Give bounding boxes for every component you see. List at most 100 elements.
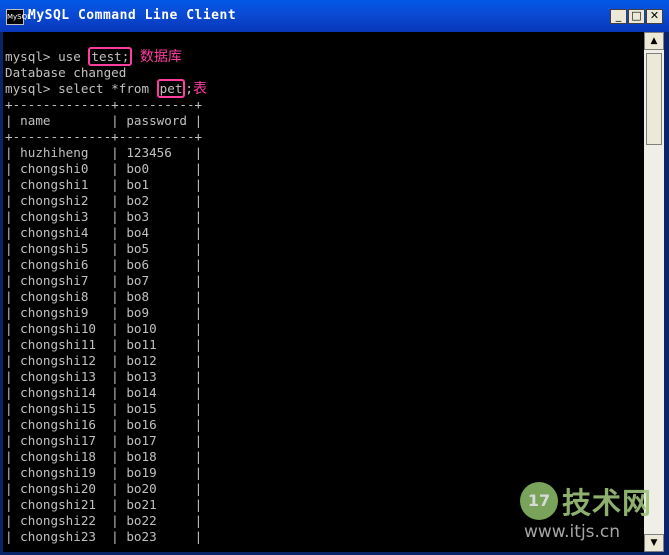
window-right-border: [664, 32, 669, 555]
table-row: | chongshi23 | bo23 |: [5, 529, 202, 545]
command-prompt: mysql> use: [5, 49, 89, 64]
cell-password: bo12: [118, 353, 195, 368]
table-row: | chongshi10 | bo10 |: [5, 321, 202, 337]
watermark: 17 技术网 www.itjs.cn: [520, 478, 665, 552]
table-header-row: | name | password |: [5, 113, 202, 129]
cell-password: bo9: [118, 305, 195, 320]
cell-password: bo17: [118, 433, 195, 448]
console-output[interactable]: mysql> use test; 数据库 Database changed my…: [3, 32, 644, 552]
column-separator: |: [5, 225, 13, 240]
cell-name: chongshi9: [12, 305, 112, 320]
column-separator: |: [111, 145, 119, 160]
maximize-button[interactable]: □: [628, 9, 645, 24]
column-separator: |: [5, 321, 13, 336]
scrollbar-thumb[interactable]: [646, 53, 662, 145]
column-separator: |: [111, 497, 119, 512]
column-separator: |: [194, 225, 203, 240]
cell-name: chongshi3: [12, 209, 112, 224]
cell-name: chongshi19: [12, 465, 112, 480]
cell-name: chongshi11: [12, 337, 112, 352]
cell-password: bo0: [118, 161, 195, 176]
console-line-status: Database changed: [5, 65, 127, 80]
column-separator: |: [5, 529, 13, 544]
column-separator: |: [111, 193, 119, 208]
column-separator: |: [111, 385, 119, 400]
column-separator: |: [111, 401, 119, 416]
column-separator: |: [111, 465, 119, 480]
column-separator: |: [5, 481, 13, 496]
column-separator: |: [111, 417, 119, 432]
cell-name: chongshi5: [12, 241, 112, 256]
column-separator: |: [111, 273, 119, 288]
column-separator: |: [5, 209, 13, 224]
table-row: | chongshi7 | bo7 |: [5, 273, 202, 289]
table-row: | chongshi14 | bo14 |: [5, 385, 202, 401]
table-row: | chongshi19 | bo19 |: [5, 465, 202, 481]
column-separator: |: [5, 497, 13, 512]
cell-password: bo8: [118, 289, 195, 304]
cell-password: bo18: [118, 449, 195, 464]
table-row: | chongshi9 | bo9 |: [5, 305, 202, 321]
console-line-select: mysql> select *from pet ;表: [5, 79, 207, 98]
column-separator: |: [111, 369, 119, 384]
cell-password: bo14: [118, 385, 195, 400]
scroll-up-button[interactable]: ▲: [644, 32, 664, 50]
column-separator: |: [5, 257, 13, 272]
mysql-app-icon[interactable]: MySQL: [6, 9, 31, 25]
cell-password: bo23: [118, 529, 195, 544]
title-bar[interactable]: MySQL MySQL Command Line Client _ □ ✕: [0, 0, 669, 32]
cell-password: bo4: [118, 225, 195, 240]
cell-name: chongshi6: [12, 257, 112, 272]
cell-name: chongshi0: [12, 161, 112, 176]
table-row: | chongshi12 | bo12 |: [5, 353, 202, 369]
table-row: | chongshi11 | bo11 |: [5, 337, 202, 353]
minimize-button[interactable]: _: [610, 9, 627, 24]
column-separator: |: [5, 273, 13, 288]
cell-name: chongshi10: [12, 321, 112, 336]
column-separator: |: [111, 225, 119, 240]
table-row: | chongshi3 | bo3 |: [5, 209, 202, 225]
cell-name: chongshi18: [12, 449, 112, 464]
column-separator: |: [5, 145, 13, 160]
table-row: | chongshi0 | bo0 |: [5, 161, 202, 177]
annotation-table: 表: [193, 81, 207, 97]
column-separator: |: [111, 529, 119, 544]
column-separator: |: [194, 273, 203, 288]
column-separator: |: [5, 449, 13, 464]
column-separator: |: [111, 353, 119, 368]
column-separator: |: [5, 353, 13, 368]
cell-name: chongshi12: [12, 353, 112, 368]
cell-password: bo22: [118, 513, 195, 528]
column-separator: |: [194, 369, 203, 384]
table-row: | chongshi22 | bo22 |: [5, 513, 202, 529]
table-row: | chongshi8 | bo8 |: [5, 289, 202, 305]
column-separator: |: [194, 257, 203, 272]
column-separator: |: [194, 417, 203, 432]
column-separator: |: [5, 385, 13, 400]
cell-password: bo2: [118, 193, 195, 208]
column-separator: |: [111, 513, 119, 528]
cell-name: chongshi8: [12, 289, 112, 304]
cell-name: chongshi14: [12, 385, 112, 400]
command-prompt: mysql> select *from: [5, 81, 157, 96]
table-row: | chongshi13 | bo13 |: [5, 369, 202, 385]
cell-name: chongshi15: [12, 401, 112, 416]
cell-name: chongshi23: [12, 529, 112, 544]
cell-password: bo6: [118, 257, 195, 272]
column-separator: |: [111, 113, 119, 128]
column-header-name: name: [12, 113, 112, 128]
close-button[interactable]: ✕: [646, 9, 663, 24]
cell-password: bo5: [118, 241, 195, 256]
column-separator: |: [5, 241, 13, 256]
vertical-scrollbar[interactable]: ▲ ▼: [644, 32, 664, 552]
column-separator: |: [194, 161, 203, 176]
table-row: | huzhiheng | 123456 |: [5, 145, 202, 161]
column-separator: |: [194, 353, 203, 368]
column-separator: |: [111, 305, 119, 320]
column-separator: |: [194, 241, 203, 256]
cell-name: chongshi4: [12, 225, 112, 240]
cell-password: bo7: [118, 273, 195, 288]
column-separator: |: [194, 305, 203, 320]
column-separator: |: [5, 433, 13, 448]
cell-password: bo16: [118, 417, 195, 432]
